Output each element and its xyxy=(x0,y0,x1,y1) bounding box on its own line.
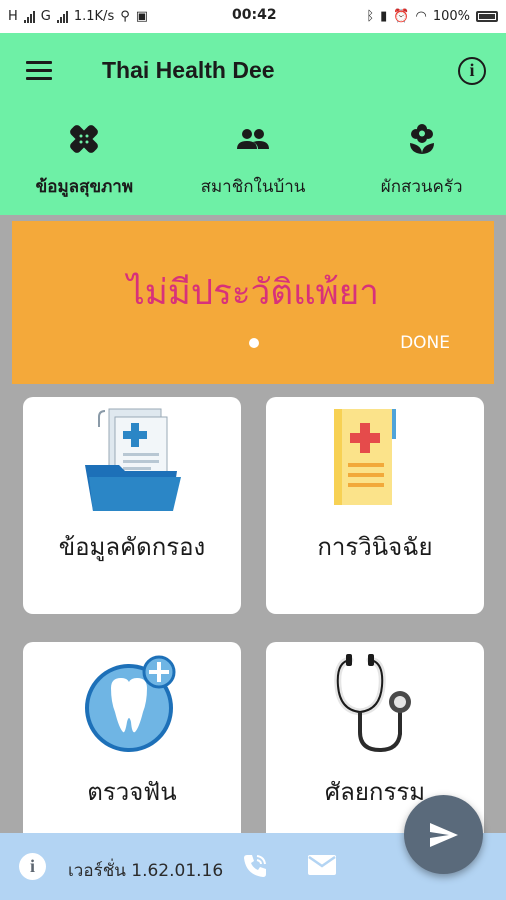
tab-household-members[interactable]: สมาชิกในบ้าน xyxy=(169,121,338,215)
bluetooth-icon: ᛒ xyxy=(366,9,375,24)
info-icon[interactable]: i xyxy=(19,853,46,880)
medical-folder-icon xyxy=(23,405,241,515)
app-bar: Thai Health Dee i ข้อมูลสุขภาพ สมาชิกในบ… xyxy=(0,33,506,215)
info-icon: i xyxy=(469,60,475,80)
status-time: 00:42 xyxy=(232,7,277,23)
stethoscope-icon xyxy=(266,650,484,760)
allergy-banner: ไม่มีประวัติแพ้ยา DONE xyxy=(12,221,494,384)
network-type-1: H xyxy=(8,9,18,24)
flower-icon xyxy=(407,121,437,157)
battery-percent: 100% xyxy=(432,9,470,24)
tab-label: สมาชิกในบ้าน xyxy=(200,177,306,197)
card-diagnosis[interactable]: การวินิจฉัย xyxy=(266,397,484,614)
signal-icon-2 xyxy=(56,10,68,23)
tooth-icon xyxy=(23,650,241,760)
status-bar: H G 1.1K/s ⚲ ▣ 00:42 ᛒ ▮ ⏰ ◠ 100% xyxy=(0,0,506,33)
notification-icon: ▣ xyxy=(135,9,149,24)
tab-label: ผักสวนครัว xyxy=(380,177,463,197)
people-icon xyxy=(236,121,270,157)
mail-icon[interactable] xyxy=(307,853,337,881)
wifi-icon: ◠ xyxy=(415,9,427,24)
vibrate-icon: ▮ xyxy=(380,9,388,24)
tab-label: ข้อมูลสุขภาพ xyxy=(35,177,134,197)
network-type-2: G xyxy=(40,9,51,24)
tab-health-info[interactable]: ข้อมูลสุขภาพ xyxy=(0,121,169,215)
page-indicator-dot xyxy=(249,338,259,348)
medical-report-icon xyxy=(266,405,484,515)
menu-icon xyxy=(26,61,52,64)
battery-icon xyxy=(476,11,498,22)
info-button[interactable]: i xyxy=(458,57,486,85)
banner-text: ไม่มีประวัติแพ้ยา xyxy=(127,273,379,313)
send-icon xyxy=(429,822,458,847)
phone-icon[interactable] xyxy=(242,853,268,883)
done-button[interactable]: DONE xyxy=(400,333,450,353)
version-text: เวอร์ชั่น 1.62.01.16 xyxy=(68,861,224,881)
status-right: ᛒ ▮ ⏰ ◠ 100% xyxy=(366,9,498,24)
card-dental-check[interactable]: ตรวจฟัน xyxy=(23,642,241,859)
status-left: H G 1.1K/s ⚲ ▣ xyxy=(8,9,366,24)
card-screening-info[interactable]: ข้อมูลคัดกรอง xyxy=(23,397,241,614)
tab-kitchen-garden[interactable]: ผักสวนครัว xyxy=(337,121,506,215)
signal-icon xyxy=(23,10,35,23)
card-label: การวินิจฉัย xyxy=(317,533,433,561)
card-label: ตรวจฟัน xyxy=(87,778,177,806)
card-label: ข้อมูลคัดกรอง xyxy=(58,533,206,561)
tab-bar: ข้อมูลสุขภาพ สมาชิกในบ้าน ผักสวนครัว xyxy=(0,121,506,215)
network-speed: 1.1K/s xyxy=(73,9,115,24)
menu-button[interactable] xyxy=(26,61,52,81)
app-title: Thai Health Dee xyxy=(102,57,275,83)
send-button[interactable] xyxy=(404,795,483,874)
alarm-icon: ⏰ xyxy=(393,9,410,24)
usb-icon: ⚲ xyxy=(120,9,130,24)
bandage-icon xyxy=(67,121,101,157)
